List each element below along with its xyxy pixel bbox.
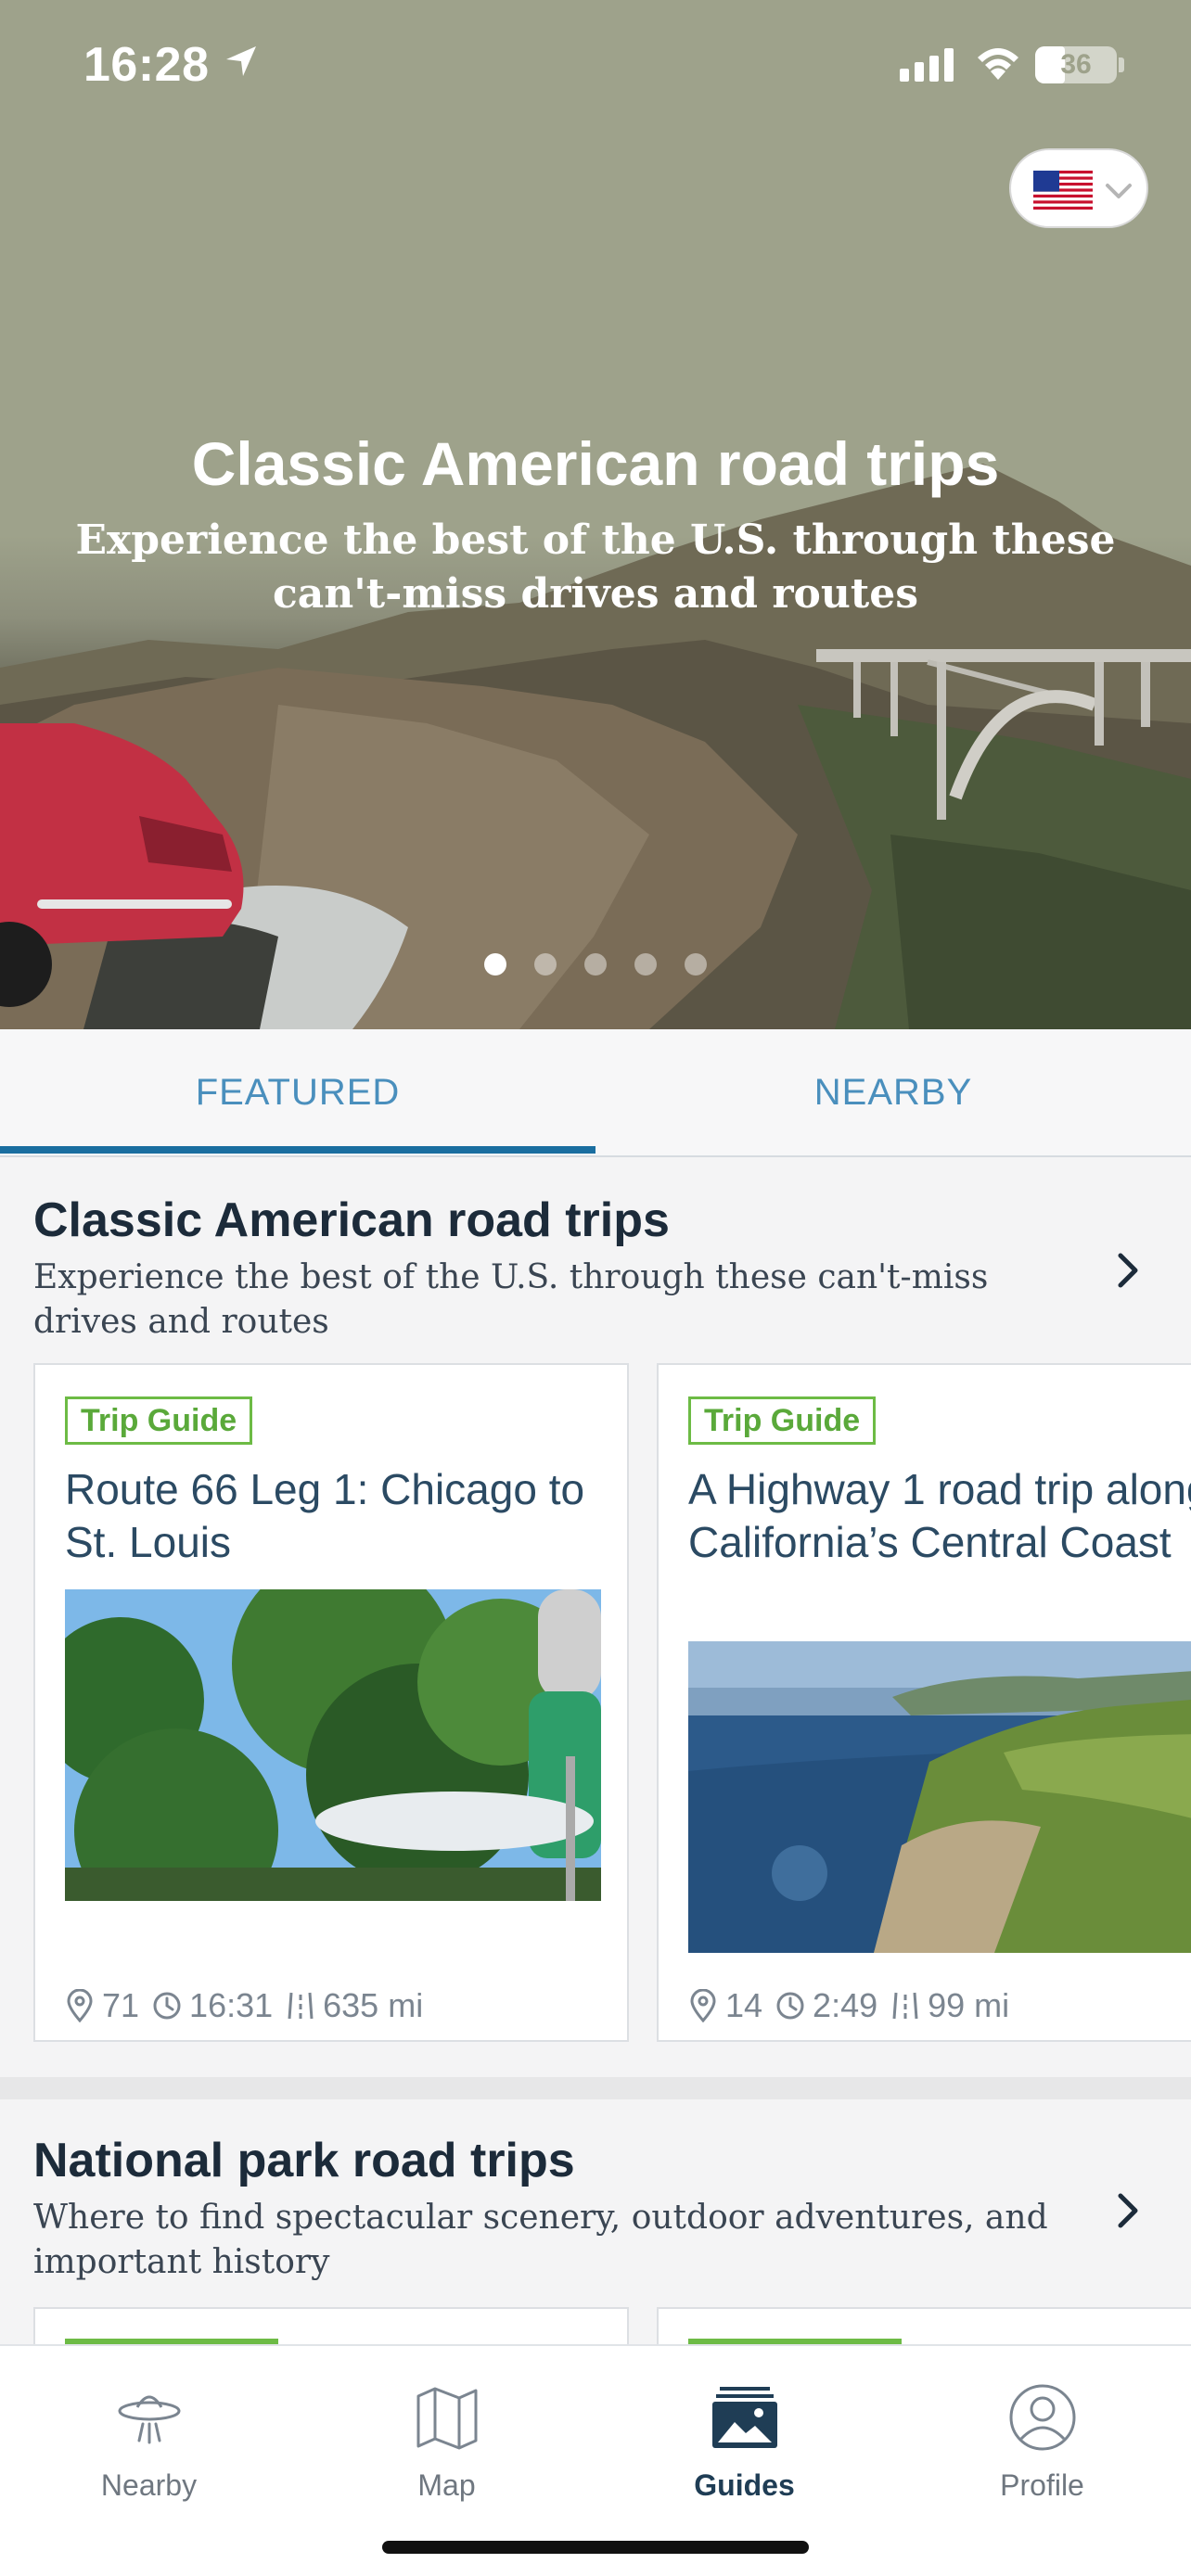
location-pin-icon <box>67 1989 93 2022</box>
distance: 635 mi <box>286 1986 423 2025</box>
trip-guide-badge: Trip Guide <box>688 1396 877 1445</box>
road-icon <box>288 1992 314 2020</box>
chevron-right-icon[interactable] <box>1109 1246 1146 1294</box>
card-image <box>688 1641 1191 1953</box>
carousel-dot[interactable] <box>685 953 707 976</box>
guide-card-route-66[interactable]: Trip Guide Route 66 Leg 1: Chicago to St… <box>33 1363 629 2042</box>
clock-icon <box>776 1992 804 2020</box>
section-description: Where to find spectacular scenery, outdo… <box>33 2199 1048 2281</box>
carousel-dot[interactable] <box>534 953 557 976</box>
card-title: Route 66 Leg 1: Chicago to St. Louis <box>65 1465 585 1566</box>
map-icon <box>416 2387 478 2450</box>
location-pin-icon <box>690 1989 716 2022</box>
nav-map[interactable]: Map <box>298 2365 596 2513</box>
duration: 2:49 <box>775 1986 877 2025</box>
location-arrow-icon <box>226 46 256 76</box>
wifi-icon <box>978 48 1018 80</box>
stops-count: 14 <box>688 1986 762 2025</box>
tab-bar: FEATURED NEARBY <box>0 1029 1191 1157</box>
ufo-icon <box>118 2395 181 2444</box>
card-title: A Highway 1 road trip along California’s… <box>688 1465 1191 1566</box>
tab-nearby[interactable]: NEARBY <box>596 1029 1191 1155</box>
chevron-right-icon[interactable] <box>1109 2187 1146 2235</box>
section-title[interactable]: National park road trips <box>33 2133 575 2188</box>
distance: 99 mi <box>890 1986 1009 2025</box>
battery-tip <box>1119 57 1124 72</box>
stops-value: 14 <box>725 1986 763 2024</box>
nav-label: Map <box>417 2468 476 2502</box>
hero-carousel[interactable]: 16:28 36 Classic American road trips Exp… <box>0 0 1191 1029</box>
nav-nearby[interactable]: Nearby <box>0 2365 298 2513</box>
card-meta: 71 16:31 635 mi <box>65 1986 423 2025</box>
guide-card-partial[interactable] <box>657 2307 1191 2344</box>
card-meta: 14 2:49 99 mi <box>688 1986 1009 2025</box>
nav-profile[interactable]: Profile <box>893 2365 1191 2513</box>
guide-card-partial[interactable] <box>33 2307 629 2344</box>
tab-featured[interactable]: FEATURED <box>0 1029 596 1155</box>
section-title[interactable]: Classic American road trips <box>33 1192 670 1248</box>
chevron-down-icon <box>1106 184 1132 198</box>
duration: 16:31 <box>152 1986 273 2025</box>
battery-icon: 36 <box>1035 46 1117 83</box>
distance-value: 99 mi <box>928 1986 1010 2024</box>
guides-icon <box>712 2387 777 2448</box>
carousel-dot[interactable] <box>634 953 657 976</box>
carousel-dots[interactable] <box>484 953 707 976</box>
language-selector-button[interactable] <box>1009 148 1148 228</box>
duration-value: 2:49 <box>813 1986 878 2024</box>
us-flag-icon <box>1033 171 1093 210</box>
status-bar: 16:28 36 <box>0 0 1191 130</box>
stops-value: 71 <box>102 1986 140 2024</box>
guide-section-classic-road-trips: Classic American road trips Experience t… <box>0 1159 1191 2077</box>
carousel-dot[interactable] <box>584 953 607 976</box>
guide-section-national-parks: National park road trips Where to find s… <box>0 2099 1191 2344</box>
trip-guide-badge: Trip Guide <box>65 1396 253 1445</box>
distance-value: 635 mi <box>323 1986 424 2024</box>
profile-icon <box>1009 2384 1076 2451</box>
section-divider <box>0 2077 1191 2099</box>
battery-percent: 36 <box>1060 49 1092 80</box>
card-image <box>65 1589 601 1901</box>
guide-card-highway-1[interactable]: Trip Guide A Highway 1 road trip along C… <box>657 1363 1191 2042</box>
home-indicator <box>382 2541 809 2554</box>
hero-subtitle: Experience the best of the U.S. through … <box>75 516 1116 618</box>
duration-value: 16:31 <box>189 1986 274 2024</box>
cellular-signal-icon <box>900 48 954 82</box>
hero-title: Classic American road trips <box>191 429 1000 498</box>
nav-label: Guides <box>694 2468 795 2502</box>
clock-icon <box>153 1992 181 2020</box>
nav-label: Nearby <box>100 2468 198 2502</box>
section-description: Experience the best of the U.S. through … <box>33 1258 989 1341</box>
stops-count: 71 <box>65 1986 139 2025</box>
nav-label: Profile <box>1000 2468 1084 2502</box>
nav-guides[interactable]: Guides <box>596 2365 893 2513</box>
carousel-dot[interactable] <box>484 953 506 976</box>
road-icon <box>892 1992 918 2020</box>
status-time: 16:28 <box>83 38 210 92</box>
tab-active-indicator <box>0 1146 596 1154</box>
